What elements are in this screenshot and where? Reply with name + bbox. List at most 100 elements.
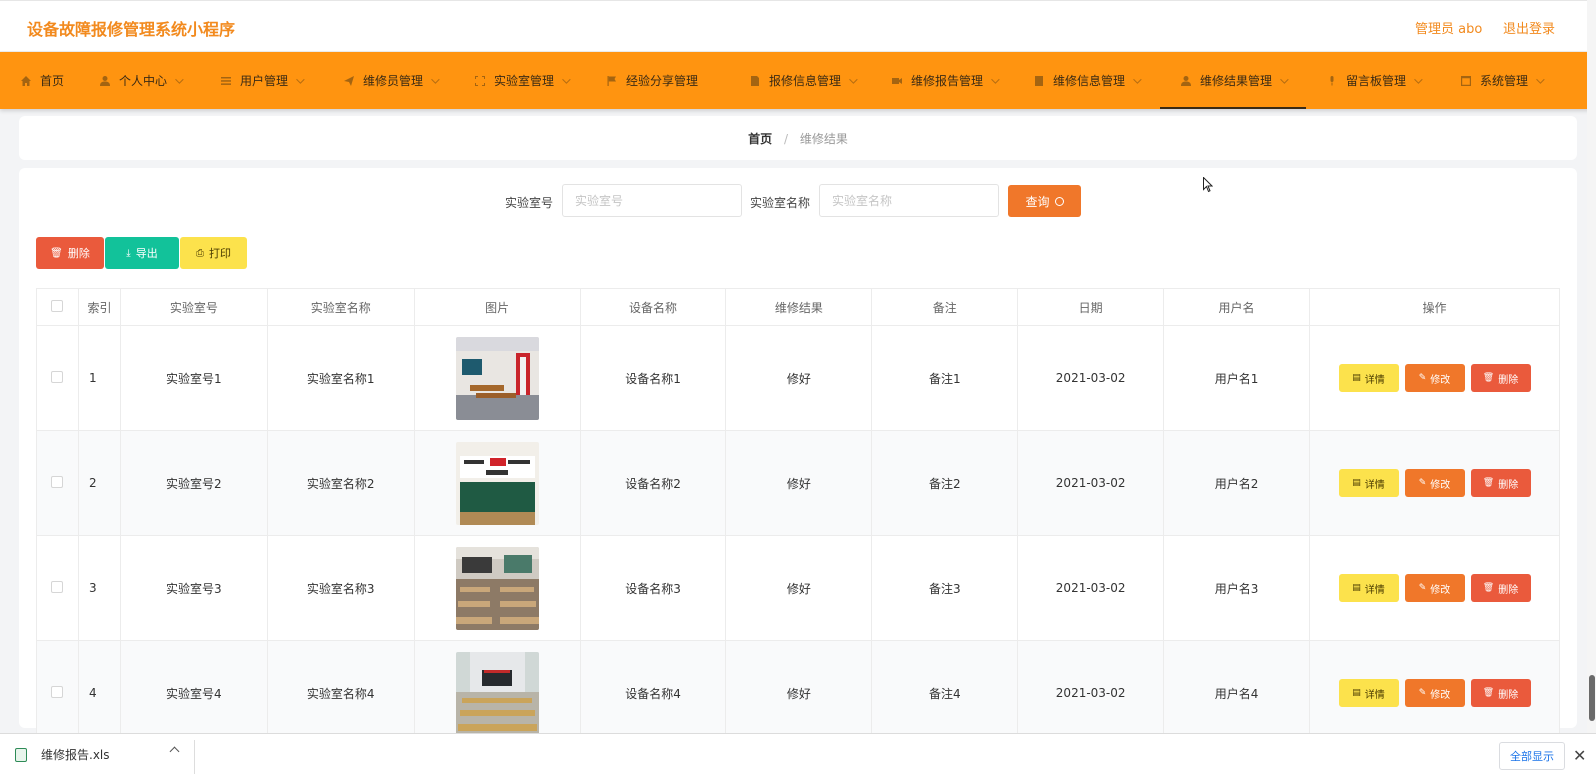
frame-icon — [474, 75, 486, 87]
page-scrollbar[interactable] — [1587, 0, 1596, 733]
cell-lab-name: 实验室名称1 — [266, 325, 415, 431]
top-header: 设备故障报修管理系统小程序 管理员 abo 退出登录 — [0, 0, 1596, 52]
trash-icon: 🗑 — [1482, 478, 1495, 488]
logout-link[interactable]: 退出登录 — [1503, 18, 1555, 37]
row-checkbox[interactable] — [51, 370, 64, 383]
admin-name: 管理员 abo — [1415, 22, 1483, 37]
nav-label: 首页 — [40, 74, 65, 88]
scrollbar-thumb[interactable] — [1589, 675, 1595, 721]
breadcrumb-home[interactable]: 首页 — [748, 132, 772, 146]
batch-delete-button[interactable]: 🗑 删除 — [36, 237, 104, 269]
lab-photo[interactable] — [455, 651, 539, 735]
lab-no-input[interactable] — [562, 184, 742, 217]
nav-item-profile[interactable]: 个人中心 — [99, 52, 184, 109]
pencil-icon: ✎ — [1418, 583, 1427, 593]
cell-result: 修好 — [725, 325, 873, 431]
close-icon[interactable]: ✕ — [1573, 746, 1586, 765]
edit-button[interactable]: ✎ 修改 — [1404, 574, 1465, 602]
trash-icon: 🗑 — [1482, 583, 1495, 593]
delete-label: 删除 — [1498, 689, 1519, 701]
mouse-cursor-icon — [1203, 177, 1213, 193]
chevron-up-icon[interactable] — [169, 746, 180, 757]
row-actions: ▤ 详情 ✎ 修改 🗑 删除 — [1310, 364, 1559, 392]
column-header: 图片 — [413, 288, 581, 326]
column-header: 索引 — [77, 288, 121, 326]
nav-label: 维修报告管理 — [911, 74, 984, 88]
cell-note: 备注4 — [871, 640, 1019, 746]
print-button[interactable]: ⎙ 打印 — [180, 237, 247, 269]
table-row: 4 实验室号4 实验室名称4 设备名称4 修好 备注4 2021-03-02 用… — [36, 640, 1560, 746]
select-all-checkbox[interactable] — [51, 299, 64, 312]
export-label: 导出 — [135, 247, 158, 260]
breadcrumb-current: 维修结果 — [799, 132, 848, 146]
nav-item-message-board[interactable]: 留言板管理 — [1326, 52, 1423, 109]
query-button[interactable]: 查询 — [1008, 185, 1081, 217]
column-header: 实验室名称 — [266, 288, 415, 326]
table-row: 3 实验室号3 实验室名称3 设备名称3 修好 备注3 2021-03-02 用… — [36, 535, 1560, 641]
edit-label: 修改 — [1430, 689, 1451, 701]
edit-label: 修改 — [1430, 374, 1451, 386]
lab-name-input[interactable] — [819, 184, 999, 217]
detail-button[interactable]: ▤ 详情 — [1338, 469, 1399, 497]
detail-label: 详情 — [1364, 479, 1385, 491]
nav-item-repairmen[interactable]: 维修员管理 — [343, 52, 440, 109]
export-button[interactable]: ⤓ 导出 — [105, 237, 179, 269]
nav-item-experience[interactable]: 经验分享管理 — [606, 52, 698, 109]
column-header: 设备名称 — [579, 288, 727, 326]
search-icon — [1054, 196, 1064, 206]
send-icon — [343, 75, 355, 87]
nav-label: 个人中心 — [119, 74, 168, 88]
cell-note: 备注1 — [871, 325, 1019, 431]
breadcrumb-panel: 首页 / 维修结果 — [19, 116, 1577, 160]
cell-result: 修好 — [725, 640, 873, 746]
row-checkbox[interactable] — [51, 475, 64, 488]
nav-label: 留言板管理 — [1346, 74, 1407, 88]
nav-item-repair-result[interactable]: 维修结果管理 — [1159, 52, 1307, 109]
nav-item-repair-info[interactable]: 报修信息管理 — [749, 52, 858, 109]
nav-item-repair-detail[interactable]: 维修信息管理 — [1033, 52, 1142, 109]
nav-item-repair-report[interactable]: 维修报告管理 — [891, 52, 1000, 109]
nav-item-users[interactable]: 用户管理 — [220, 52, 305, 109]
cell-device: 设备名称4 — [579, 640, 727, 746]
nav-item-system[interactable]: 系统管理 — [1460, 52, 1545, 109]
document-icon: ▤ — [1352, 583, 1361, 593]
trash-icon: 🗑 — [1482, 373, 1495, 383]
nav-label: 经验分享管理 — [626, 74, 699, 88]
nav-item-home[interactable]: 首页 — [20, 52, 64, 109]
chevron-down-icon — [849, 74, 858, 84]
pencil-icon: ✎ — [1418, 688, 1427, 698]
chevron-down-icon — [175, 74, 184, 84]
row-checkbox[interactable] — [51, 580, 64, 593]
cell-index: 3 — [77, 535, 121, 641]
detail-button[interactable]: ▤ 详情 — [1338, 574, 1399, 602]
column-header: 维修结果 — [725, 288, 873, 326]
show-all-button[interactable]: 全部显示 — [1499, 742, 1565, 770]
delete-button[interactable]: 🗑 删除 — [1470, 574, 1531, 602]
table-row: 2 实验室号2 实验室名称2 设备名称2 修好 备注2 2021-03-02 用… — [36, 430, 1560, 536]
delete-button[interactable]: 🗑 删除 — [1470, 364, 1531, 392]
cell-index: 1 — [77, 325, 121, 431]
row-checkbox[interactable] — [51, 685, 64, 698]
detail-button[interactable]: ▤ 详情 — [1338, 679, 1399, 707]
lab-photo[interactable] — [455, 441, 539, 525]
download-item[interactable]: 维修报告.xls — [15, 746, 110, 763]
lab-photo[interactable] — [455, 336, 539, 420]
document-icon: ▤ — [1352, 478, 1361, 488]
list-icon — [220, 75, 232, 87]
delete-button[interactable]: 🗑 删除 — [1470, 679, 1531, 707]
detail-button[interactable]: ▤ 详情 — [1338, 364, 1399, 392]
edit-button[interactable]: ✎ 修改 — [1404, 364, 1465, 392]
chevron-down-icon — [1280, 74, 1289, 84]
delete-button[interactable]: 🗑 删除 — [1470, 469, 1531, 497]
header-checkbox-cell — [36, 288, 79, 326]
edit-button[interactable]: ✎ 修改 — [1404, 679, 1465, 707]
download-divider — [194, 740, 195, 774]
cell-device: 设备名称3 — [579, 535, 727, 641]
column-header: 操作 — [1309, 288, 1560, 326]
chevron-down-icon — [296, 74, 305, 84]
nav-item-labs[interactable]: 实验室管理 — [474, 52, 571, 109]
chevron-down-icon — [1536, 74, 1545, 84]
lab-photo[interactable] — [455, 546, 539, 630]
edit-button[interactable]: ✎ 修改 — [1404, 469, 1465, 497]
cell-date: 2021-03-02 — [1017, 430, 1165, 536]
